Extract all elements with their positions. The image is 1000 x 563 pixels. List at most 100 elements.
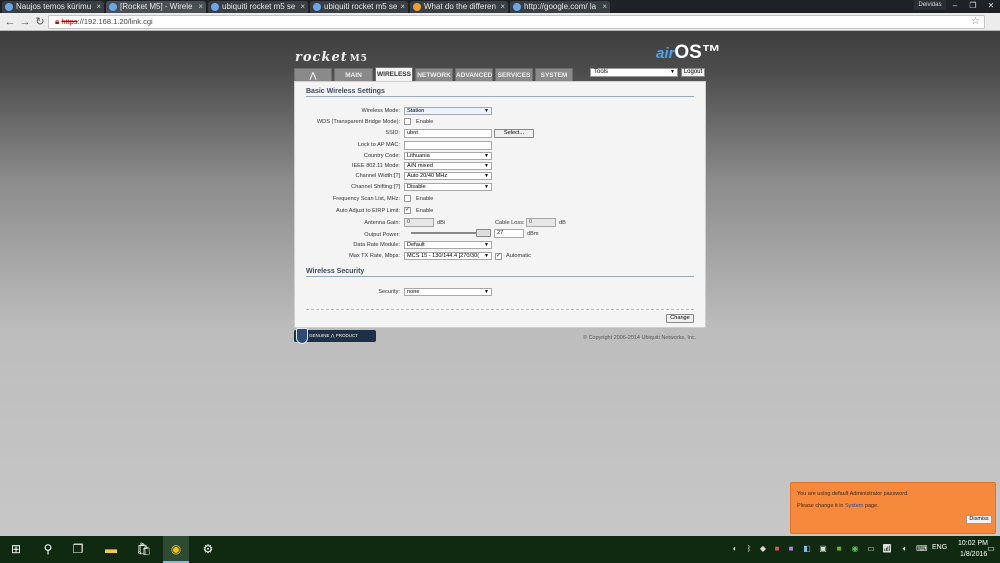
tab-wireless[interactable]: WIRELESS [375,67,413,81]
channel-width-label: Channel Width:[?] [355,173,400,179]
profile-chip[interactable]: Deividas [914,0,946,10]
security-select[interactable]: none ▼ [404,288,492,296]
tab-favicon [513,3,521,11]
tab-close-icon[interactable]: × [400,1,405,13]
forward-icon[interactable]: → [18,15,32,29]
ssid-input[interactable]: ubnt [404,129,492,138]
antenna-gain-label: Antenna Gain: [364,220,400,226]
search-icon[interactable]: ⚲ [40,541,56,557]
tab-close-icon[interactable]: × [300,1,305,13]
tab-close-icon[interactable]: × [500,1,505,13]
keyboard-icon[interactable]: ⌨ [916,544,928,554]
tab-favicon [313,3,321,11]
automatic-checkbox[interactable]: ✓ [495,253,502,260]
tab-favicon [413,3,421,11]
data-rate-select[interactable]: Default ▼ [404,241,492,249]
clock-time[interactable]: 10:02 PM [958,540,988,547]
automatic-label: Automatic [506,253,531,259]
lock-ap-mac-input[interactable] [404,141,492,150]
address-bar[interactable]: 🔒︎ https://192.168.1.20/link.cgi ☆ [48,15,985,29]
tab-favicon [211,3,219,11]
tab-advanced[interactable]: ADVANCED [455,68,493,81]
tab-network[interactable]: NETWORK [415,68,453,81]
minimize-icon[interactable]: – [946,0,964,11]
auto-adjust-checkbox[interactable]: ✓ [404,207,411,214]
clock-date[interactable]: 1/8/2016 [960,551,987,558]
wifi-icon[interactable]: 📶︎ [882,544,892,554]
wireless-mode-select[interactable]: Station ▼ [404,107,492,115]
output-power-slider-track[interactable] [411,232,482,234]
bookmark-star-icon[interactable]: ☆ [971,16,980,28]
cable-loss-input[interactable]: 0 [526,218,556,227]
browser-tab-1[interactable]: Naujos temos kūrimu × [2,1,104,13]
tray-app-icon[interactable]: ▣ [818,544,828,554]
browser-tab-6[interactable]: http://google.com/ la × [510,1,610,13]
restore-icon[interactable]: ❐ [964,0,982,11]
tray-app-icon[interactable]: ■ [786,544,796,554]
tab-close-icon[interactable]: × [198,1,203,13]
logout-button[interactable]: Logout [681,68,705,77]
airos-logo-prefix: air [656,45,675,62]
back-icon[interactable]: ← [3,15,17,29]
browser-tab-2[interactable]: [Rocket M5] - Wirele × [106,1,206,13]
bluetooth-icon[interactable]: ᛒ [744,544,754,554]
country-code-select[interactable]: Lithuania ▼ [404,152,492,160]
toast-instruction-prefix: Please change it in [797,503,846,509]
tab-system[interactable]: SYSTEM [535,68,573,81]
channel-shifting-select[interactable]: Disable ▼ [404,183,492,191]
change-button[interactable]: Change [666,314,694,323]
wireless-settings-panel: Basic Wireless Settings Wireless Mode: S… [294,81,706,328]
tray-app-icon[interactable]: ◆ [758,544,768,554]
tab-title: ubiquiti rocket m5 se [222,2,296,11]
tray-app-icon[interactable]: ◉ [850,544,860,554]
ssid-select-button[interactable]: Select... [494,129,534,138]
toast-system-link[interactable]: System [845,503,863,509]
chevron-down-icon: ▼ [484,108,489,114]
output-power-input[interactable]: 27 [494,229,524,238]
input-language[interactable]: ENG [932,544,947,551]
output-power-slider-handle[interactable] [476,229,491,237]
browser-tab-5[interactable]: What do the differen × [410,1,508,13]
action-center-icon[interactable]: ▭ [986,544,996,554]
channel-shifting-label: Channel Shifting:[?] [351,184,400,190]
antenna-gain-input[interactable]: 0 [404,218,434,227]
tab-services[interactable]: SERVICES [495,68,533,81]
chrome-icon[interactable]: ◉ [168,541,184,557]
wds-checkbox[interactable] [404,118,411,125]
channel-width-select[interactable]: Auto 20/40 MHz ▼ [404,172,492,180]
windows-taskbar: ⊞ ⚲ ❐ ▬ 🛍︎ ◉ ⚙ ◐ ᛒ ◆ ■ ■ ◧ ▣ ■ ◉ ▭ 📶︎ 🔈︎… [0,536,1000,563]
max-tx-select[interactable]: MCS 15 - 130/144.4 [270/30(▼ [404,252,492,260]
settings-gear-icon[interactable]: ⚙ [200,541,216,557]
reload-icon[interactable]: ↻ [33,15,47,29]
file-explorer-icon[interactable]: ▬ [103,541,119,557]
freq-scan-checkbox[interactable] [404,195,411,202]
browser-tab-4[interactable]: ubiquiti rocket m5 se × [310,1,408,13]
tab-close-icon[interactable]: × [96,1,101,13]
store-icon[interactable]: 🛍︎ [136,541,152,557]
tray-app-icon[interactable]: ■ [772,544,782,554]
windows-start-icon[interactable]: ⊞ [8,541,24,557]
auto-adjust-enable-label: Enable [416,208,434,214]
chevron-down-icon: ▼ [484,289,489,295]
dismiss-button[interactable]: Dismiss [966,515,992,524]
tab-main[interactable]: MAIN [334,68,373,81]
tab-title: Naujos temos kūrimu [16,2,92,11]
volume-icon[interactable]: 🔈︎ [900,544,910,554]
ieee-mode-select[interactable]: A/N mixed ▼ [404,162,492,170]
tray-app-icon[interactable]: ◐ [730,544,740,554]
tray-app-icon[interactable]: ◧ [802,544,812,554]
tools-dropdown[interactable]: Tools ▼ [590,68,678,77]
wireless-mode-value: Station [407,108,425,114]
close-window-icon[interactable]: ✕ [982,0,1000,11]
tab-close-icon[interactable]: × [602,1,607,13]
data-rate-label: Data Rate Module: [353,242,400,248]
wds-label: WDS (Transparent Bridge Mode): [316,119,400,125]
nvidia-icon[interactable]: ■ [834,544,844,554]
task-view-icon[interactable]: ❐ [70,541,86,557]
ubnt-logo-tab[interactable]: ⋀ [294,68,332,81]
genuine-product-badge: GENUINE ⋀ PRODUCT [294,328,376,344]
battery-icon[interactable]: ▭ [866,544,876,554]
browser-toolbar: ← → ↻ 🔒︎ https://192.168.1.20/link.cgi ☆… [0,13,1000,40]
browser-tab-3[interactable]: ubiquiti rocket m5 se × [208,1,308,13]
country-code-value: Lithuania [407,153,430,159]
